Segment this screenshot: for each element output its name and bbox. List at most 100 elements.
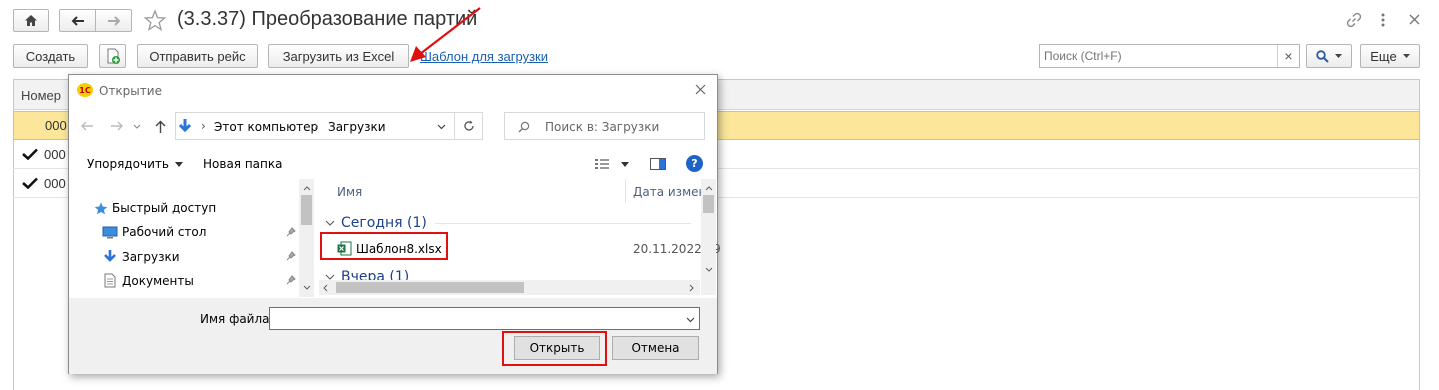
navigation-pane: Быстрый доступ Рабочий стол Загрузки Док… [70,179,314,297]
search-input[interactable] [1040,45,1276,67]
dialog-search-placeholder: Поиск в: Загрузки [545,120,660,134]
column-header-name[interactable]: Имя [337,185,362,199]
scrollbar-thumb[interactable] [336,282,524,293]
annotation-highlight-file [320,232,448,260]
checkmark-icon [22,148,38,160]
pin-icon[interactable] [286,251,296,261]
column-header-date[interactable]: Дата измене [633,185,701,199]
close-icon[interactable] [1409,14,1420,25]
chevron-down-icon[interactable] [686,317,695,323]
add-file-button[interactable] [99,44,126,68]
more-label: Еще [1370,48,1397,64]
scrollbar-thumb[interactable] [301,195,312,225]
home-button[interactable] [13,9,49,32]
refresh-button[interactable] [455,112,483,140]
breadcrumb-item[interactable]: Этот компьютер [214,120,318,134]
back-button[interactable] [59,9,96,32]
chevron-up-icon[interactable] [705,186,713,191]
nav-label: Загрузки [122,249,180,264]
arrow-left-icon [71,15,84,26]
chevron-down-icon [325,220,335,226]
annotation-arrow [410,7,481,62]
more-vertical-icon[interactable] [1380,12,1386,28]
nav-label: Быстрый доступ [112,201,217,215]
pin-icon[interactable] [286,227,296,237]
scrollbar-corner [701,280,716,295]
chevron-down-icon [1335,54,1342,58]
link-icon[interactable] [1346,12,1362,28]
close-icon[interactable] [695,84,706,95]
forward-button[interactable] [95,9,132,32]
app-logo-icon: 1С [77,83,93,97]
path-separator: › [201,119,206,133]
chevron-down-icon [174,161,183,167]
nav-label: Рабочий стол [122,225,207,239]
download-icon [104,250,116,262]
arrow-left-icon[interactable] [81,121,94,131]
chevron-down-icon[interactable] [303,285,311,290]
vertical-scrollbar[interactable] [701,179,716,280]
dialog-search-box[interactable]: Поиск в: Загрузки [504,112,705,140]
refresh-icon [463,120,474,131]
help-icon[interactable]: ? [686,155,703,172]
search-icon [1316,49,1329,63]
row-number: 000 [44,176,66,191]
nav-item-quick-access[interactable]: Быстрый доступ [94,201,216,215]
create-button[interactable]: Создать [13,44,88,68]
home-icon [25,15,37,26]
open-file-dialog: 1С Открытие › Этот компьютер › Загрузки … [68,74,721,374]
group-label: Сегодня (1) [341,215,427,231]
column-divider [625,179,626,203]
nav-scrollbar[interactable] [299,179,314,297]
clear-search-button[interactable]: × [1277,45,1299,67]
horizontal-scrollbar[interactable] [319,280,700,295]
organize-label: Упорядочить [87,157,169,171]
pin-icon[interactable] [286,275,296,285]
arrow-right-icon [107,15,120,26]
row-number: 000 [44,147,66,162]
search-icon [518,121,530,133]
arrow-right-icon[interactable] [110,121,123,131]
favorite-star-icon[interactable] [144,10,166,31]
row-number: 000 [45,118,67,133]
nav-item-documents[interactable]: Документы [102,273,194,288]
group-header-today[interactable]: Сегодня (1) [325,215,691,231]
view-options-icon[interactable] [594,158,610,170]
documents-icon [104,273,116,288]
cancel-button[interactable]: Отмена [612,336,699,360]
chevron-down-icon[interactable] [705,267,713,272]
checkmark-icon [22,177,38,189]
search-button[interactable] [1306,44,1352,68]
chevron-left-icon[interactable] [323,284,328,292]
new-folder-button[interactable]: Новая папка [203,157,282,171]
nav-item-downloads[interactable]: Загрузки [102,249,180,264]
column-header-number[interactable]: Номер [21,88,61,103]
chevron-down-icon[interactable] [621,162,629,167]
download-folder-icon [178,119,192,133]
load-excel-button[interactable]: Загрузить из Excel [268,44,409,68]
chevron-up-icon[interactable] [303,186,311,191]
star-icon [94,202,108,214]
organize-button[interactable]: Упорядочить [87,157,183,171]
breadcrumb-item[interactable]: Загрузки [328,120,386,134]
annotation-highlight-open [502,331,607,366]
search-box: × [1039,44,1300,68]
chevron-down-icon[interactable] [437,124,446,130]
chevron-right-icon[interactable] [689,284,694,292]
desktop-icon [102,226,118,238]
scrollbar-thumb[interactable] [703,195,714,213]
preview-pane-icon[interactable] [650,158,666,170]
nav-item-desktop[interactable]: Рабочий стол [102,225,206,239]
dialog-title: Открытие [99,84,162,98]
chevron-down-icon [1402,54,1410,58]
arrow-up-icon[interactable] [155,120,166,134]
more-button[interactable]: Еще [1360,44,1420,68]
send-trip-button[interactable]: Отправить рейс [137,44,258,68]
filename-label: Имя файла: [200,312,274,326]
add-document-icon [107,48,120,64]
path-separator: › [314,119,319,133]
filename-field[interactable] [269,307,700,330]
chevron-down-icon[interactable] [133,124,141,129]
nav-label: Документы [122,273,194,288]
address-bar[interactable]: › Этот компьютер › Загрузки [175,112,455,140]
